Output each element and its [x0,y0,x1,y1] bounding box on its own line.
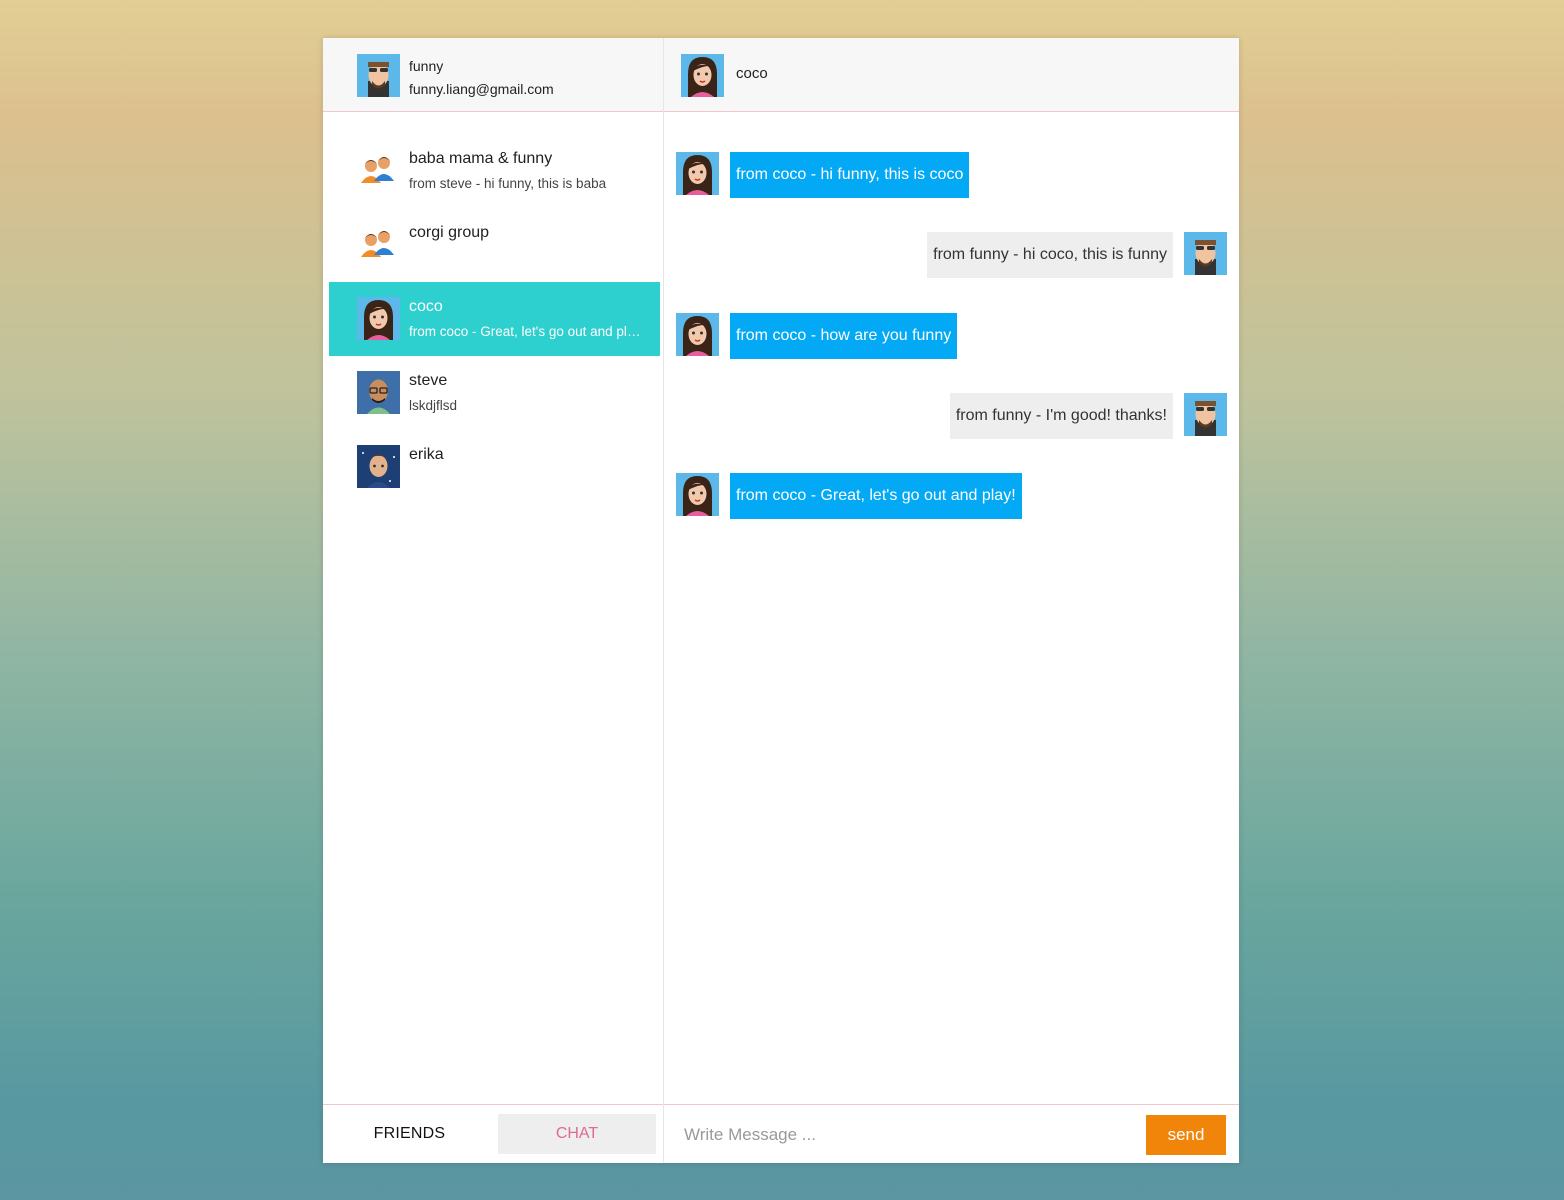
chat-item-name: erika [409,446,444,463]
man-with-sunglasses-avatar[interactable] [357,54,400,97]
conversation-header: coco [664,38,1239,112]
woman-avatar [357,297,400,340]
profile-header: funny funny.liang@gmail.com [323,38,663,112]
chat-item-coco[interactable]: coco from coco - Great, let's go out and… [329,282,660,356]
chat-app: funny funny.liang@gmail.com baba mama & … [323,38,1239,1163]
chat-list: baba mama & funny from steve - hi funny,… [329,134,660,504]
woman-avatar [676,152,719,195]
chat-item-baba-mama-funny[interactable]: baba mama & funny from steve - hi funny,… [329,134,660,208]
sidebar-tabs: FRIENDS CHAT [323,1104,663,1164]
send-button[interactable]: send [1146,1115,1226,1155]
man-with-sunglasses-avatar [1184,232,1227,275]
conversation-title: coco [736,65,768,82]
chat-item-steve[interactable]: steve lskdjflsd [329,356,660,430]
chat-item-preview: lskdjflsd [409,398,458,413]
chat-item-erika[interactable]: erika [329,430,660,504]
sidebar: funny funny.liang@gmail.com baba mama & … [323,38,664,1163]
chat-item-name: coco [409,298,443,315]
tab-chat[interactable]: CHAT [498,1114,656,1154]
woman-avatar [676,313,719,356]
woman-avatar[interactable] [681,54,724,97]
message-bubble: from coco - how are you funny [730,313,958,359]
chat-item-preview: from coco - Great, let's go out and play… [409,324,641,339]
tab-friends[interactable]: FRIENDS [330,1114,489,1154]
message-bubble: from funny - hi coco, this is funny [927,232,1173,278]
user-email: funny.liang@gmail.com [409,81,554,97]
chat-item-name: steve [409,372,448,389]
group-icon [357,149,400,192]
person-avatar [357,445,400,488]
user-name: funny [409,58,444,74]
message-input[interactable] [682,1113,1126,1157]
conversation-panel: coco from coco - hi funny, this is coco … [664,38,1239,1163]
woman-avatar [676,473,719,516]
group-icon [357,223,400,266]
message-bubble: from coco - hi funny, this is coco [730,152,970,198]
chat-item-corgi-group[interactable]: corgi group [329,208,660,282]
message-bubble: from coco - Great, let's go out and play… [730,473,1022,519]
chat-item-name: baba mama & funny [409,150,553,167]
man-with-sunglasses-avatar [1184,393,1227,436]
message-composer: send [664,1104,1239,1164]
chat-item-preview: from steve - hi funny, this is baba [409,176,607,191]
message-bubble: from funny - I'm good! thanks! [949,393,1173,439]
chat-item-name: corgi group [409,224,490,241]
man-with-glasses-avatar [357,371,400,414]
